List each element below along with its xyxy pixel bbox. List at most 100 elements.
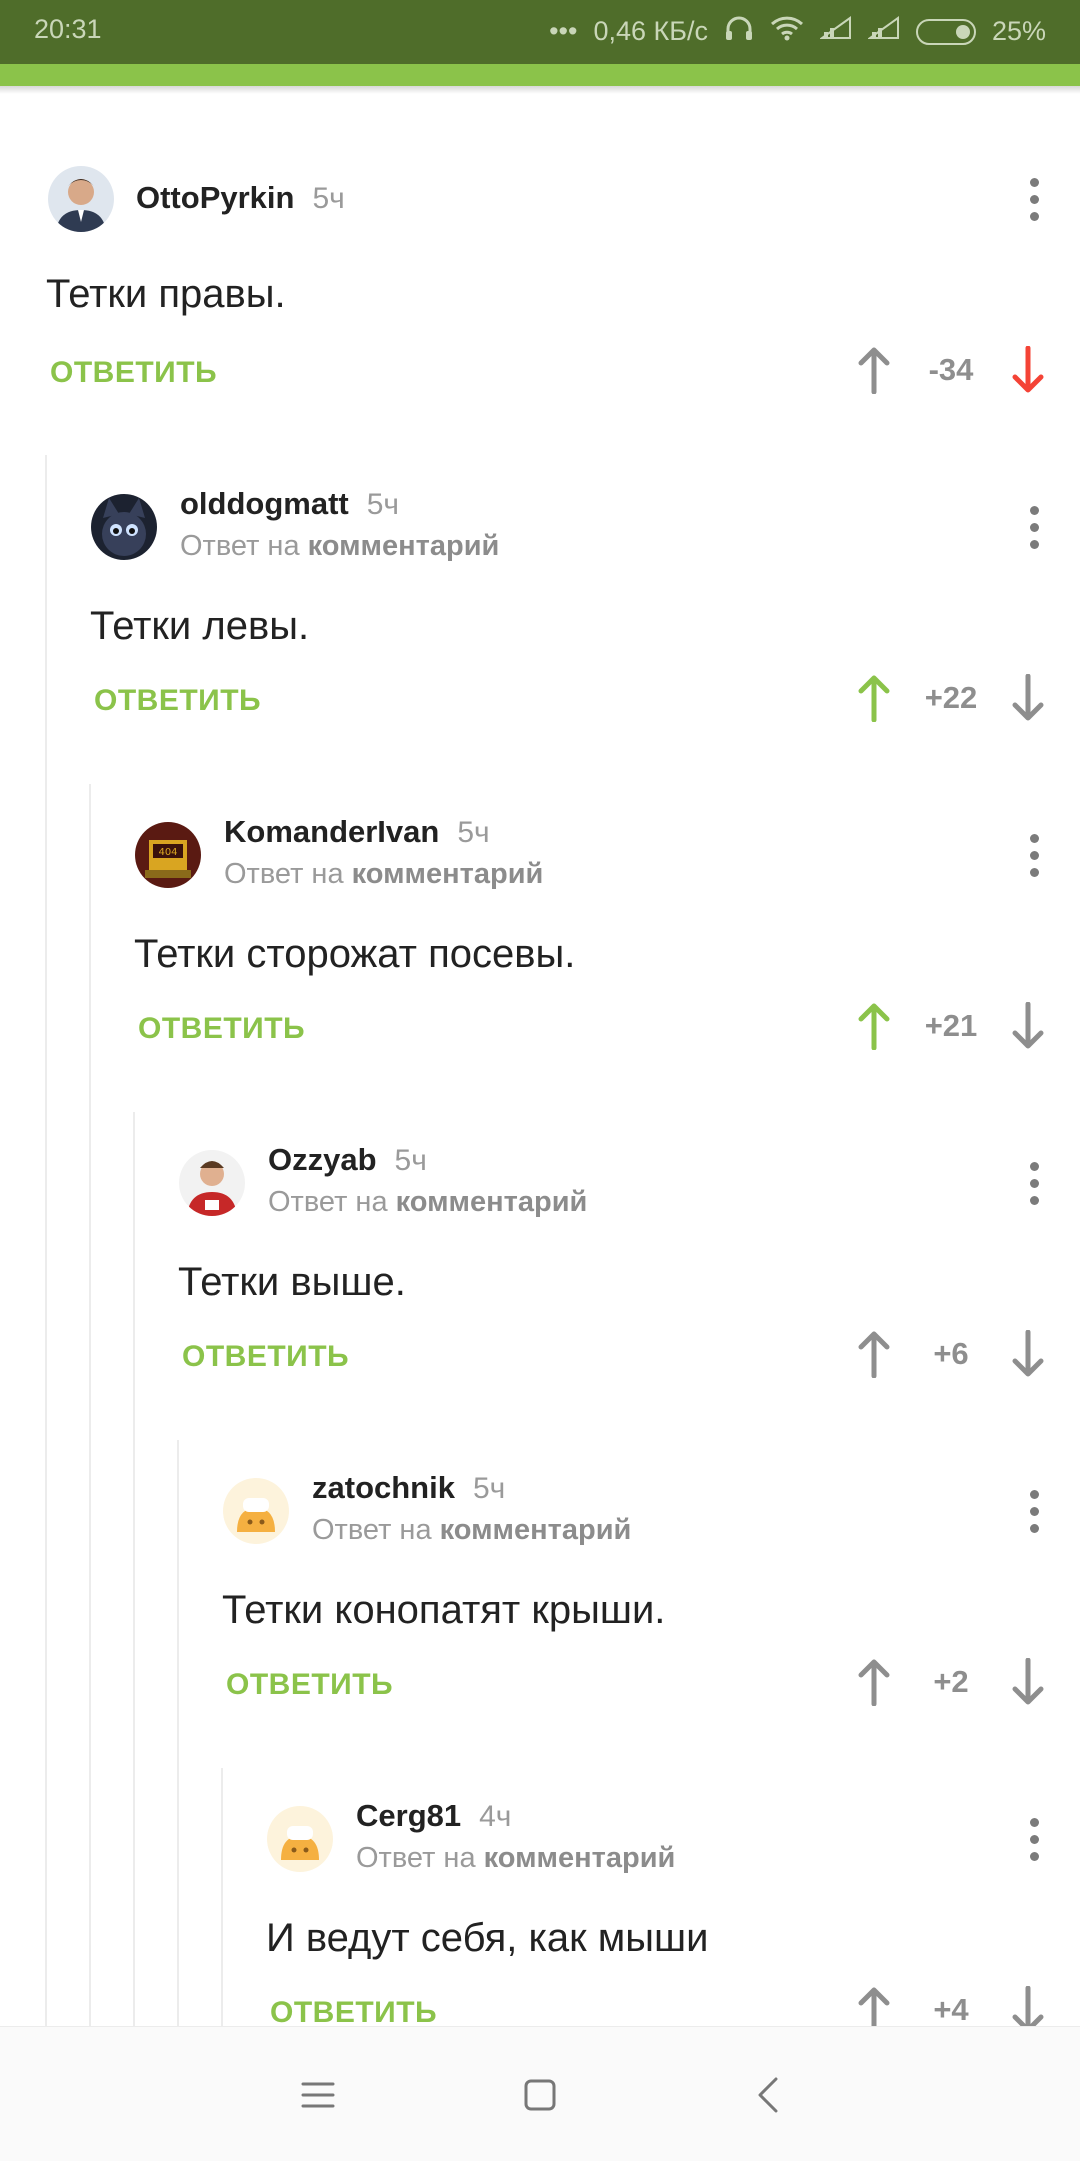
more-dots-icon: ••• <box>549 16 578 46</box>
avatar[interactable] <box>48 166 114 232</box>
comment-text: Тетки левы. <box>90 604 310 648</box>
reply-to-line: Ответ на комментарий <box>224 858 543 891</box>
comment-time: 5ч <box>312 182 345 215</box>
signal-icon-2 <box>866 16 900 47</box>
reply-to-line: Ответ на комментарий <box>356 1842 675 1875</box>
comment-text: Тетки сторожат посевы. <box>134 932 576 976</box>
battery-percent: 25% <box>991 16 1046 46</box>
comment-time: 5ч <box>472 1472 506 1505</box>
comment-time: 5ч <box>457 816 490 849</box>
vote-score: +6 <box>933 1336 969 1371</box>
vote-score: +2 <box>933 1664 969 1699</box>
reply-prefix: Ответ на <box>180 530 300 562</box>
vote-controls: -34 <box>852 344 1050 396</box>
downvote-arrow-icon[interactable] <box>1006 1656 1050 1708</box>
comment-time: 5ч <box>366 488 400 521</box>
battery-icon <box>915 18 976 45</box>
author-name[interactable]: zatochnik <box>312 1470 455 1505</box>
upvote-arrow-icon[interactable] <box>852 344 896 396</box>
status-bar: 20:31 ••• 0,46 КБ/с 25% <box>0 0 1080 64</box>
comment-author[interactable]: zatochnik 5ч <box>312 1470 505 1506</box>
system-nav-bar <box>0 2026 1080 2161</box>
author-name[interactable]: KomanderIvan <box>224 814 439 849</box>
avatar[interactable]: 404 <box>135 822 201 888</box>
reply-prefix: Ответ на <box>224 858 344 890</box>
author-name[interactable]: olddogmatt <box>180 486 349 521</box>
vote-controls: +21 <box>852 1000 1050 1052</box>
reply-prefix: Ответ на <box>312 1514 432 1546</box>
more-menu-icon[interactable] <box>1030 506 1040 549</box>
app-top-bar <box>0 64 1080 86</box>
author-name[interactable]: Ozzyab <box>268 1142 377 1177</box>
reply-prefix: Ответ на <box>268 1186 388 1218</box>
downvote-arrow-icon[interactable] <box>1006 1328 1050 1380</box>
upvote-arrow-icon[interactable] <box>852 1000 896 1052</box>
comment-author[interactable]: OttoPyrkin 5ч <box>136 180 345 216</box>
avatar[interactable] <box>91 494 157 560</box>
reply-button[interactable]: ОТВЕТИТЬ <box>182 1340 349 1374</box>
reply-to-line: Ответ на комментарий <box>180 530 499 563</box>
more-menu-icon[interactable] <box>1030 1162 1040 1205</box>
menu-icon[interactable] <box>288 2065 348 2125</box>
comment: Ozzyab 5ч Ответ на комментарий Тетки выше… <box>0 1142 1080 1450</box>
author-name[interactable]: OttoPyrkin <box>136 180 294 215</box>
downvote-arrow-icon[interactable] <box>1006 672 1050 724</box>
reply-button[interactable]: ОТВЕТИТЬ <box>270 1996 437 2030</box>
comment-text: И ведут себя, как мыши <box>266 1916 709 1960</box>
svg-text:404: 404 <box>158 847 177 858</box>
avatar[interactable] <box>267 1806 333 1872</box>
avatar[interactable] <box>223 1478 289 1544</box>
more-menu-icon[interactable] <box>1030 1818 1040 1861</box>
reply-prefix: Ответ на <box>356 1842 476 1874</box>
comment-author[interactable]: Ozzyab 5ч <box>268 1142 427 1178</box>
more-menu-icon[interactable] <box>1030 834 1040 877</box>
vote-controls: +2 <box>852 1656 1050 1708</box>
more-menu-icon[interactable] <box>1030 1490 1040 1533</box>
back-chevron-icon[interactable] <box>738 2065 798 2125</box>
reply-target-link[interactable]: комментарий <box>308 530 500 562</box>
author-name[interactable]: Cerg81 <box>356 1798 461 1833</box>
comment-author[interactable]: KomanderIvan 5ч <box>224 814 490 850</box>
comment-text: Тетки правы. <box>46 272 286 316</box>
avatar[interactable] <box>179 1150 245 1216</box>
headphones-icon <box>724 14 754 49</box>
reply-button[interactable]: ОТВЕТИТЬ <box>138 1012 305 1046</box>
home-square-icon[interactable] <box>510 2065 570 2125</box>
more-menu-icon[interactable] <box>1030 178 1040 221</box>
comment-author[interactable]: olddogmatt 5ч <box>180 486 399 522</box>
downvote-arrow-icon[interactable] <box>1006 344 1050 396</box>
vote-controls: +22 <box>852 672 1050 724</box>
reply-target-link[interactable]: комментарий <box>396 1186 588 1218</box>
vote-score: +4 <box>933 1992 969 2027</box>
status-right: ••• 0,46 КБ/с 25% <box>549 14 1046 49</box>
comment: 404 KomanderIvan 5ч Ответ на комментарий … <box>0 814 1080 1122</box>
downvote-arrow-icon[interactable] <box>1006 1000 1050 1052</box>
upvote-arrow-icon[interactable] <box>852 672 896 724</box>
reply-target-link[interactable]: комментарий <box>484 1842 676 1874</box>
upvote-arrow-icon[interactable] <box>852 1328 896 1380</box>
comment-time: 4ч <box>479 1800 512 1833</box>
upvote-arrow-icon[interactable] <box>852 1656 896 1708</box>
vote-score: +21 <box>924 1008 978 1043</box>
reply-to-line: Ответ на комментарий <box>268 1186 587 1219</box>
vote-controls: +6 <box>852 1328 1050 1380</box>
comment-author[interactable]: Cerg81 4ч <box>356 1798 511 1834</box>
signal-icon-1 <box>818 16 852 47</box>
comment-text: Тетки выше. <box>178 1260 406 1304</box>
comment-time: 5ч <box>394 1144 427 1177</box>
reply-button[interactable]: ОТВЕТИТЬ <box>226 1668 393 1702</box>
comment: olddogmatt 5ч Ответ на комментарий Тетки … <box>0 486 1080 794</box>
reply-target-link[interactable]: комментарий <box>440 1514 632 1546</box>
reply-button[interactable]: ОТВЕТИТЬ <box>50 356 217 390</box>
network-speed: 0,46 КБ/с <box>593 16 708 46</box>
comment: OttoPyrkin 5ч Тетки правы. ОТВЕТИТЬ -34 <box>0 166 1080 466</box>
vote-score: -34 <box>928 352 974 387</box>
vote-score: +22 <box>924 680 978 715</box>
wifi-icon <box>770 15 804 48</box>
comment-text: Тетки конопатят крыши. <box>222 1588 666 1632</box>
reply-target-link[interactable]: комментарий <box>352 858 544 890</box>
toolbar-shadow <box>0 86 1080 94</box>
reply-button[interactable]: ОТВЕТИТЬ <box>94 684 261 718</box>
comment: zatochnik 5ч Ответ на комментарий Тетки к… <box>0 1470 1080 1778</box>
reply-to-line: Ответ на комментарий <box>312 1514 631 1547</box>
